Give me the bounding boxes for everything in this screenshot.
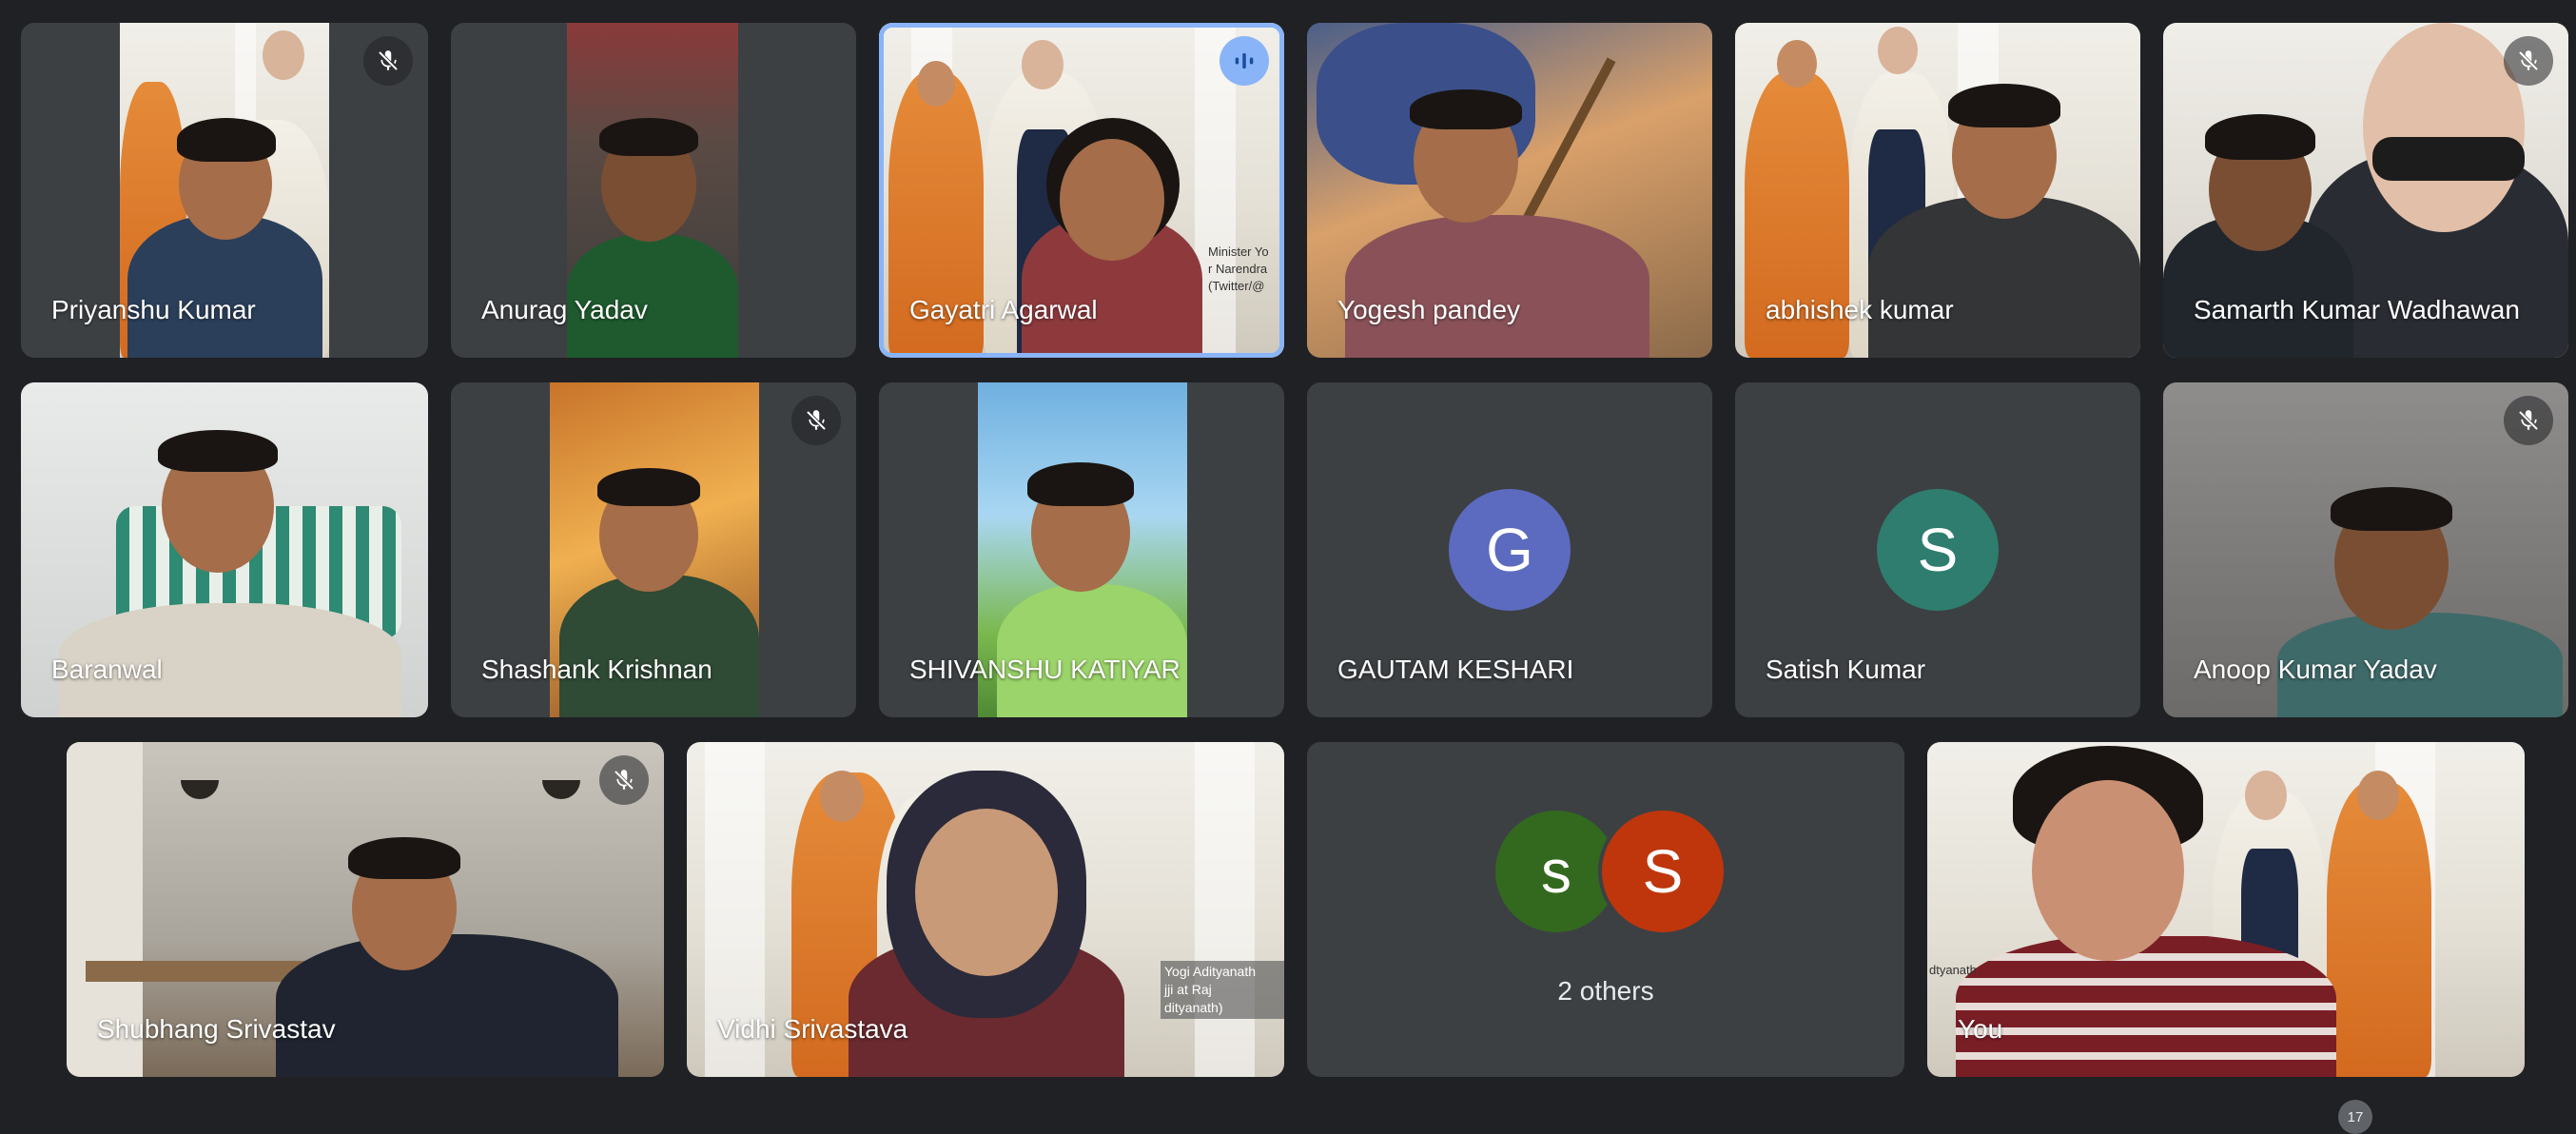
overlay-caption: Minister Yo r Narendra (Twitter/@ [1208, 244, 1269, 293]
participant-tile[interactable]: Priyanshu Kumar [21, 23, 428, 358]
participant-name: You [1958, 1014, 2003, 1044]
participant-avatar: S [1877, 489, 1999, 611]
participant-tile[interactable]: G GAUTAM KESHARI [1307, 382, 1712, 717]
participant-avatar: G [1449, 489, 1571, 611]
participant-name: abhishek kumar [1766, 295, 1954, 324]
audio-wave-icon [1220, 36, 1269, 86]
participant-name: Shashank Krishnan [481, 655, 712, 684]
mic-off-icon [2504, 396, 2553, 445]
participant-avatar: S [1602, 811, 1724, 932]
self-tile[interactable]: dtyanath You [1927, 742, 2525, 1077]
participant-name: Priyanshu Kumar [51, 295, 256, 324]
participant-name: Samarth Kumar Wadhawan [2194, 295, 2520, 324]
overlay-caption: Yogi Adityanath jji at Raj dityanath) [1161, 961, 1284, 1019]
participant-name: Yogesh pandey [1337, 295, 1521, 324]
participant-name: Satish Kumar [1766, 655, 1926, 684]
participant-tile[interactable]: SHIVANSHU KATIYAR [879, 382, 1284, 717]
participant-tile[interactable]: Shashank Krishnan [451, 382, 856, 717]
participant-name: Shubhang Srivastav [97, 1014, 336, 1044]
participant-name: Baranwal [51, 655, 163, 684]
participant-tile[interactable]: Baranwal [21, 382, 428, 717]
participant-tile[interactable]: Anurag Yadav [451, 23, 856, 358]
others-tile[interactable]: s S 2 others [1307, 742, 1904, 1077]
participant-tile[interactable]: Yogi Adityanath jji at Raj dityanath) Vi… [687, 742, 1284, 1077]
mic-off-icon [791, 396, 841, 445]
mic-off-icon [2504, 36, 2553, 86]
participant-count-badge[interactable]: 17 [2338, 1100, 2372, 1134]
participant-name: Vidhi Srivastava [717, 1014, 908, 1044]
participant-name: Anurag Yadav [481, 295, 648, 324]
participant-name: Anoop Kumar Yadav [2194, 655, 2437, 684]
participant-video: dtyanath [1927, 742, 2525, 1077]
overlay-caption: dtyanath [1929, 963, 1977, 977]
participant-tile[interactable]: abhishek kumar [1735, 23, 2140, 358]
participant-tile[interactable]: S Satish Kumar [1735, 382, 2140, 717]
participant-tile[interactable]: Minister Yo r Narendra (Twitter/@ Gayatr… [879, 23, 1284, 358]
others-count-label: 2 others [1557, 976, 1654, 1006]
participant-name: GAUTAM KESHARI [1337, 655, 1574, 684]
participant-avatar: s [1495, 811, 1617, 932]
participant-tile[interactable]: Yogesh pandey [1307, 23, 1712, 358]
participant-tile[interactable]: Samarth Kumar Wadhawan [2163, 23, 2568, 358]
mic-off-icon [363, 36, 413, 86]
participant-tile[interactable]: Shubhang Srivastav [67, 742, 664, 1077]
participant-name: Gayatri Agarwal [909, 295, 1098, 324]
mic-off-icon [599, 755, 649, 805]
participant-tile[interactable]: Anoop Kumar Yadav [2163, 382, 2568, 717]
participant-name: SHIVANSHU KATIYAR [909, 655, 1181, 684]
